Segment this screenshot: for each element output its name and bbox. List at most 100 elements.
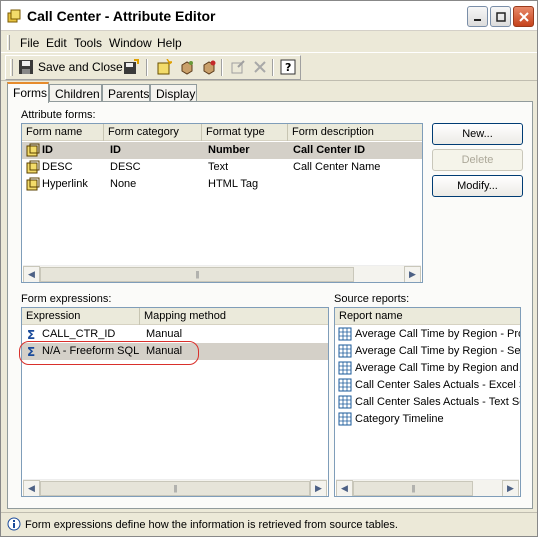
source-reports-list[interactable]: Report name Average Call Time by Region … (334, 307, 521, 497)
grid-report-icon (338, 327, 352, 341)
toolbar-separator-3 (272, 59, 274, 76)
col-form-name[interactable]: Form name (22, 124, 104, 141)
title-bar: Call Center - Attribute Editor (1, 1, 537, 31)
tab-children[interactable]: Children (49, 84, 102, 102)
col-expression[interactable]: Expression (22, 308, 140, 325)
save-close-label[interactable]: Save and Close (38, 60, 123, 74)
report-name: Average Call Time by Region and C (355, 362, 521, 374)
form-icon (26, 160, 40, 174)
attribute-forms-hscroll[interactable]: ◀ ||| ▶ (23, 265, 421, 282)
form-row-id[interactable]: ID ID Number Call Center ID (22, 142, 422, 159)
tab-display[interactable]: Display (150, 84, 197, 102)
grid-report-icon (338, 412, 352, 426)
report-row[interactable]: Call Center Sales Actuals - Excel Sa (335, 377, 520, 394)
tab-forms[interactable]: Forms (7, 82, 49, 103)
menu-window[interactable]: Window (109, 36, 152, 50)
help-button[interactable]: ? (279, 58, 297, 76)
status-bar: Form expressions define how the informat… (1, 512, 537, 536)
col-form-category[interactable]: Form category (104, 124, 202, 141)
menu-bar: File Edit Tools Window Help (1, 32, 537, 53)
form-row-hyperlink[interactable]: Hyperlink None HTML Tag (22, 176, 422, 193)
source-reports-label: Source reports: (334, 293, 410, 305)
report-name: Call Center Sales Actuals - Text Sc (355, 396, 521, 408)
edit-button[interactable] (229, 58, 247, 76)
cube-button[interactable] (178, 58, 196, 76)
delete-button[interactable]: Delete (432, 149, 523, 171)
scroll-right-arrow[interactable]: ▶ (404, 266, 421, 282)
scroll-thumb[interactable]: ||| (40, 481, 310, 496)
svg-text:?: ? (285, 61, 291, 74)
scroll-left-arrow[interactable]: ◀ (23, 480, 40, 496)
form-description: Call Center ID (293, 144, 366, 156)
col-format-type[interactable]: Format type (202, 124, 288, 141)
highlight-annotation (19, 341, 199, 365)
modify-button[interactable]: Modify... (432, 175, 523, 197)
report-name: Average Call Time by Region - Sec (355, 345, 521, 357)
toolbar-separator-2 (221, 59, 223, 76)
grid-report-icon (338, 378, 352, 392)
grid-report-icon (338, 361, 352, 375)
report-row[interactable]: Category Timeline (335, 411, 520, 428)
col-mapping-method[interactable]: Mapping method (140, 308, 328, 325)
menu-file[interactable]: File (20, 36, 39, 50)
col-form-description[interactable]: Form description (288, 124, 422, 141)
toolbar-separator (146, 59, 148, 76)
svg-text:Σ: Σ (27, 328, 35, 341)
close-button[interactable] (513, 6, 534, 27)
attribute-forms-label: Attribute forms: (21, 109, 96, 121)
form-expressions-hscroll[interactable]: ◀ ||| ▶ (23, 479, 327, 496)
remove-cube-button[interactable] (200, 58, 218, 76)
new-button[interactable]: New... (432, 123, 523, 145)
source-reports-hscroll[interactable]: ◀ ||| ▶ (336, 479, 519, 496)
menu-tools[interactable]: Tools (74, 36, 102, 50)
sigma-icon: Σ (27, 328, 35, 341)
new-object-button[interactable] (155, 58, 173, 76)
minimize-button[interactable] (467, 6, 488, 27)
scroll-thumb[interactable]: ||| (353, 481, 473, 496)
mapping-method: Manual (146, 328, 183, 340)
form-category: None (110, 178, 137, 190)
cube-icon (181, 61, 193, 75)
minimize-icon (473, 18, 481, 21)
report-row[interactable]: Average Call Time by Region - Pro (335, 326, 520, 343)
form-category: ID (110, 144, 121, 156)
report-name: Average Call Time by Region - Pro (355, 328, 521, 340)
maximize-button[interactable] (490, 6, 511, 27)
menu-help[interactable]: Help (157, 36, 182, 50)
delete-x-icon (254, 61, 266, 73)
form-row-desc[interactable]: DESC DESC Text Call Center Name (22, 159, 422, 176)
attribute-forms-list[interactable]: Form name Form category Format type Form… (21, 123, 423, 283)
format-type: Text (208, 161, 229, 173)
report-row[interactable]: Call Center Sales Actuals - Text Sc (335, 394, 520, 411)
report-row[interactable]: Average Call Time by Region - Sec (335, 343, 520, 360)
scroll-right-arrow[interactable]: ▶ (502, 480, 519, 496)
form-description: Call Center Name (293, 161, 381, 173)
floppy-disk-icon (19, 60, 33, 74)
info-icon (7, 517, 21, 531)
report-name: Call Center Sales Actuals - Excel Sa (355, 379, 521, 391)
expression-text: CALL_CTR_ID (42, 328, 116, 340)
format-type: Number (208, 144, 250, 156)
attribute-forms-header: Form name Form category Format type Form… (22, 124, 422, 141)
status-text: Form expressions define how the informat… (25, 519, 398, 531)
delete-tool-button[interactable] (251, 58, 269, 76)
form-expressions-list[interactable]: Expression Mapping method Σ CALL_CTR_ID … (21, 307, 329, 497)
form-name: ID (42, 144, 53, 156)
form-icon (26, 177, 40, 191)
grid-report-icon (338, 344, 352, 358)
menu-edit[interactable]: Edit (46, 36, 67, 50)
scroll-left-arrow[interactable]: ◀ (23, 266, 40, 282)
scroll-right-arrow[interactable]: ▶ (310, 480, 327, 496)
scroll-thumb[interactable]: ||| (40, 267, 354, 282)
save-close-button[interactable] (17, 58, 35, 76)
report-row[interactable]: Average Call Time by Region and C (335, 360, 520, 377)
tab-parents[interactable]: Parents (102, 84, 150, 102)
form-icon (26, 143, 40, 157)
save-button[interactable] (122, 58, 140, 76)
edit-disabled-icon (231, 60, 245, 74)
scroll-left-arrow[interactable]: ◀ (336, 480, 353, 496)
form-expressions-label: Form expressions: (21, 293, 112, 305)
new-attribute-icon (157, 59, 172, 75)
toolbar: Save and Close ? (1, 54, 537, 81)
col-report-name[interactable]: Report name (335, 308, 520, 325)
